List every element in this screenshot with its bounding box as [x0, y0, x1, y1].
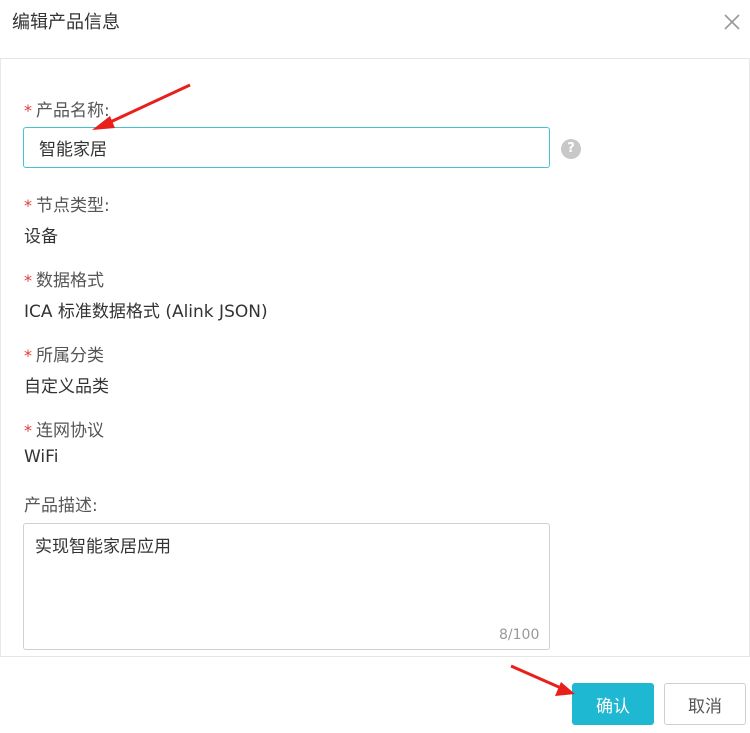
required-mark: * [24, 346, 32, 365]
edit-product-dialog: 编辑产品信息 *产品名称: ? *节点类型: 设备 *数据格式 ICA 标准数据… [0, 0, 750, 732]
dialog-title: 编辑产品信息 [12, 12, 120, 33]
data-format-label: * 数据格式 [24, 271, 104, 291]
network-protocol-label: * 连网协议 [24, 421, 104, 441]
cancel-button[interactable]: 取消 [664, 683, 746, 725]
category-value: 自定义品类 [24, 377, 109, 397]
required-mark: * [24, 196, 32, 215]
required-mark: * [24, 101, 32, 120]
description-label: 产品描述: [24, 496, 98, 516]
close-icon[interactable] [720, 10, 744, 34]
data-format-value: ICA 标准数据格式 (Alink JSON) [24, 302, 268, 322]
product-name-label: * 产品名称: [24, 101, 110, 121]
required-mark: * [24, 271, 32, 290]
help-icon[interactable]: ? [561, 139, 581, 159]
description-textarea[interactable]: 实现智能家居应用 [23, 523, 550, 650]
body-border-left [0, 58, 1, 656]
network-protocol-value: WiFi [24, 447, 59, 467]
category-label: * 所属分类 [24, 346, 104, 366]
description-char-counter: 8/100 [499, 627, 540, 643]
node-type-label: * 节点类型: [24, 196, 110, 216]
required-mark: * [24, 421, 32, 440]
dialog-header: 编辑产品信息 [0, 0, 750, 59]
confirm-button[interactable]: 确认 [572, 683, 654, 725]
node-type-value: 设备 [24, 227, 58, 247]
product-name-input[interactable] [23, 127, 550, 168]
